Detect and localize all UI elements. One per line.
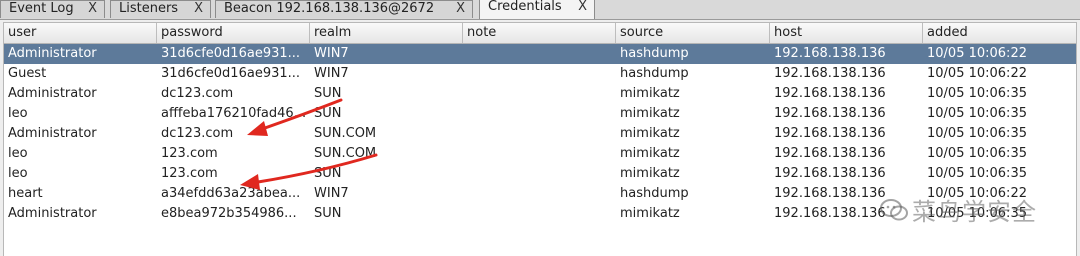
column-header-note[interactable]: note [463,23,616,43]
table-row[interactable]: Administrator dc123.com SUN.COM mimikatz 192… [4,124,1076,144]
cell-user: leo [8,106,28,121]
close-icon[interactable]: X [456,1,465,17]
cell-note [463,164,616,184]
cell-added: 10/05 10:06:35 [927,126,1027,141]
cell-host: 192.168.138.136 [774,46,886,61]
column-header-source[interactable]: source [616,23,770,43]
cell-password: 123.com [161,166,218,181]
cell-host: 192.168.138.136 [774,166,886,181]
cell-host: 192.168.138.136 [774,126,886,141]
table-row[interactable]: leo 123.com SUN mimikatz 192.168.138.136 10/0… [4,164,1076,184]
column-header-password[interactable]: password [157,23,310,43]
cell-source: mimikatz [620,206,680,221]
cell-added: 10/05 10:06:35 [927,166,1027,181]
cell-source: hashdump [620,46,689,61]
table-header: user password realm note source host added [4,23,1076,44]
close-icon[interactable]: X [194,1,203,17]
cell-password: 123.com [161,146,218,161]
cell-user: Administrator [8,206,97,221]
cell-user: Administrator [8,86,97,101]
cell-note [463,144,616,164]
cell-note [463,44,616,64]
tab-credentials[interactable]: Credentials X [479,0,595,19]
cell-host: 192.168.138.136 [774,66,886,81]
cell-added: 10/05 10:06:22 [927,66,1027,81]
cell-note [463,64,616,84]
cell-realm: SUN [314,106,342,121]
cell-user: leo [8,146,28,161]
cell-realm: SUN [314,86,342,101]
cell-realm: WIN7 [314,186,349,201]
cell-note [463,104,616,124]
cell-password: dc123.com [161,126,234,141]
cell-password: 31d6cfe0d16ae931... [161,46,301,61]
cell-user: Administrator [8,46,97,61]
tab-label: Credentials [488,0,562,14]
cell-source: hashdump [620,66,689,81]
cell-host: 192.168.138.136 [774,146,886,161]
wechat-icon [880,199,908,221]
cell-source: mimikatz [620,106,680,121]
cell-added: 10/05 10:06:22 [927,46,1027,61]
column-header-added[interactable]: added [923,23,1076,43]
cell-added: 10/05 10:06:35 [927,146,1027,161]
tab-event-log[interactable]: Event Log X [0,0,105,18]
cell-added: 10/05 10:06:35 [927,86,1027,101]
cell-note [463,184,616,204]
cell-source: hashdump [620,186,689,201]
cell-realm: WIN7 [314,46,349,61]
table-row[interactable]: leo 123.com SUN.COM mimikatz 192.168.138.136… [4,144,1076,164]
cell-password: dc123.com [161,86,234,101]
watermark-text: 菜鸟学安全 [912,198,1037,226]
cell-added: 10/05 10:06:35 [927,106,1027,121]
tab-label: Event Log [9,1,74,16]
table-row[interactable]: leo afffeba176210fad46... SUN mimikatz 192.1… [4,104,1076,124]
cell-password: a34efdd63a23abea... [161,186,301,201]
cell-source: mimikatz [620,166,680,181]
cell-host: 192.168.138.136 [774,86,886,101]
cell-host: 192.168.138.136 [774,106,886,121]
column-header-user[interactable]: user [4,23,157,43]
cell-user: heart [8,186,43,201]
cell-note [463,204,616,224]
cell-password: 31d6cfe0d16ae931... [161,66,301,81]
cell-realm: SUN [314,206,342,221]
table-row[interactable]: Guest 31d6cfe0d16ae931... WIN7 hashdump 192.… [4,64,1076,84]
table-row[interactable]: Administrator 31d6cfe0d16ae931... WIN7 hash… [4,44,1076,64]
cell-password: afffeba176210fad46... [161,106,307,121]
cell-source: mimikatz [620,86,680,101]
cell-user: Guest [8,66,47,81]
cell-realm: SUN.COM [314,146,377,161]
column-header-realm[interactable]: realm [310,23,463,43]
tab-listeners[interactable]: Listeners X [110,0,211,18]
cell-user: Administrator [8,126,97,141]
tab-label: Listeners [119,1,179,16]
cell-note [463,84,616,104]
cell-realm: WIN7 [314,66,349,81]
cell-source: mimikatz [620,126,680,141]
close-icon[interactable]: X [578,0,587,14]
tab-bar: Event Log X Listeners X Beacon 192.168.1… [0,0,1080,20]
cell-user: leo [8,166,28,181]
cell-realm: SUN.COM [314,126,377,141]
column-header-host[interactable]: host [770,23,923,43]
cell-realm: SUN [314,166,342,181]
close-icon[interactable]: X [88,1,97,17]
cell-note [463,124,616,144]
cell-password: e8bea972b354986... [161,206,297,221]
table-row[interactable]: Administrator dc123.com SUN mimikatz 192.168… [4,84,1076,104]
cell-source: mimikatz [620,146,680,161]
watermark: 菜鸟学安全 [880,192,1060,232]
tab-label: Beacon 192.168.138.136@2672 [224,1,435,16]
tab-beacon[interactable]: Beacon 192.168.138.136@2672 X [215,0,473,18]
